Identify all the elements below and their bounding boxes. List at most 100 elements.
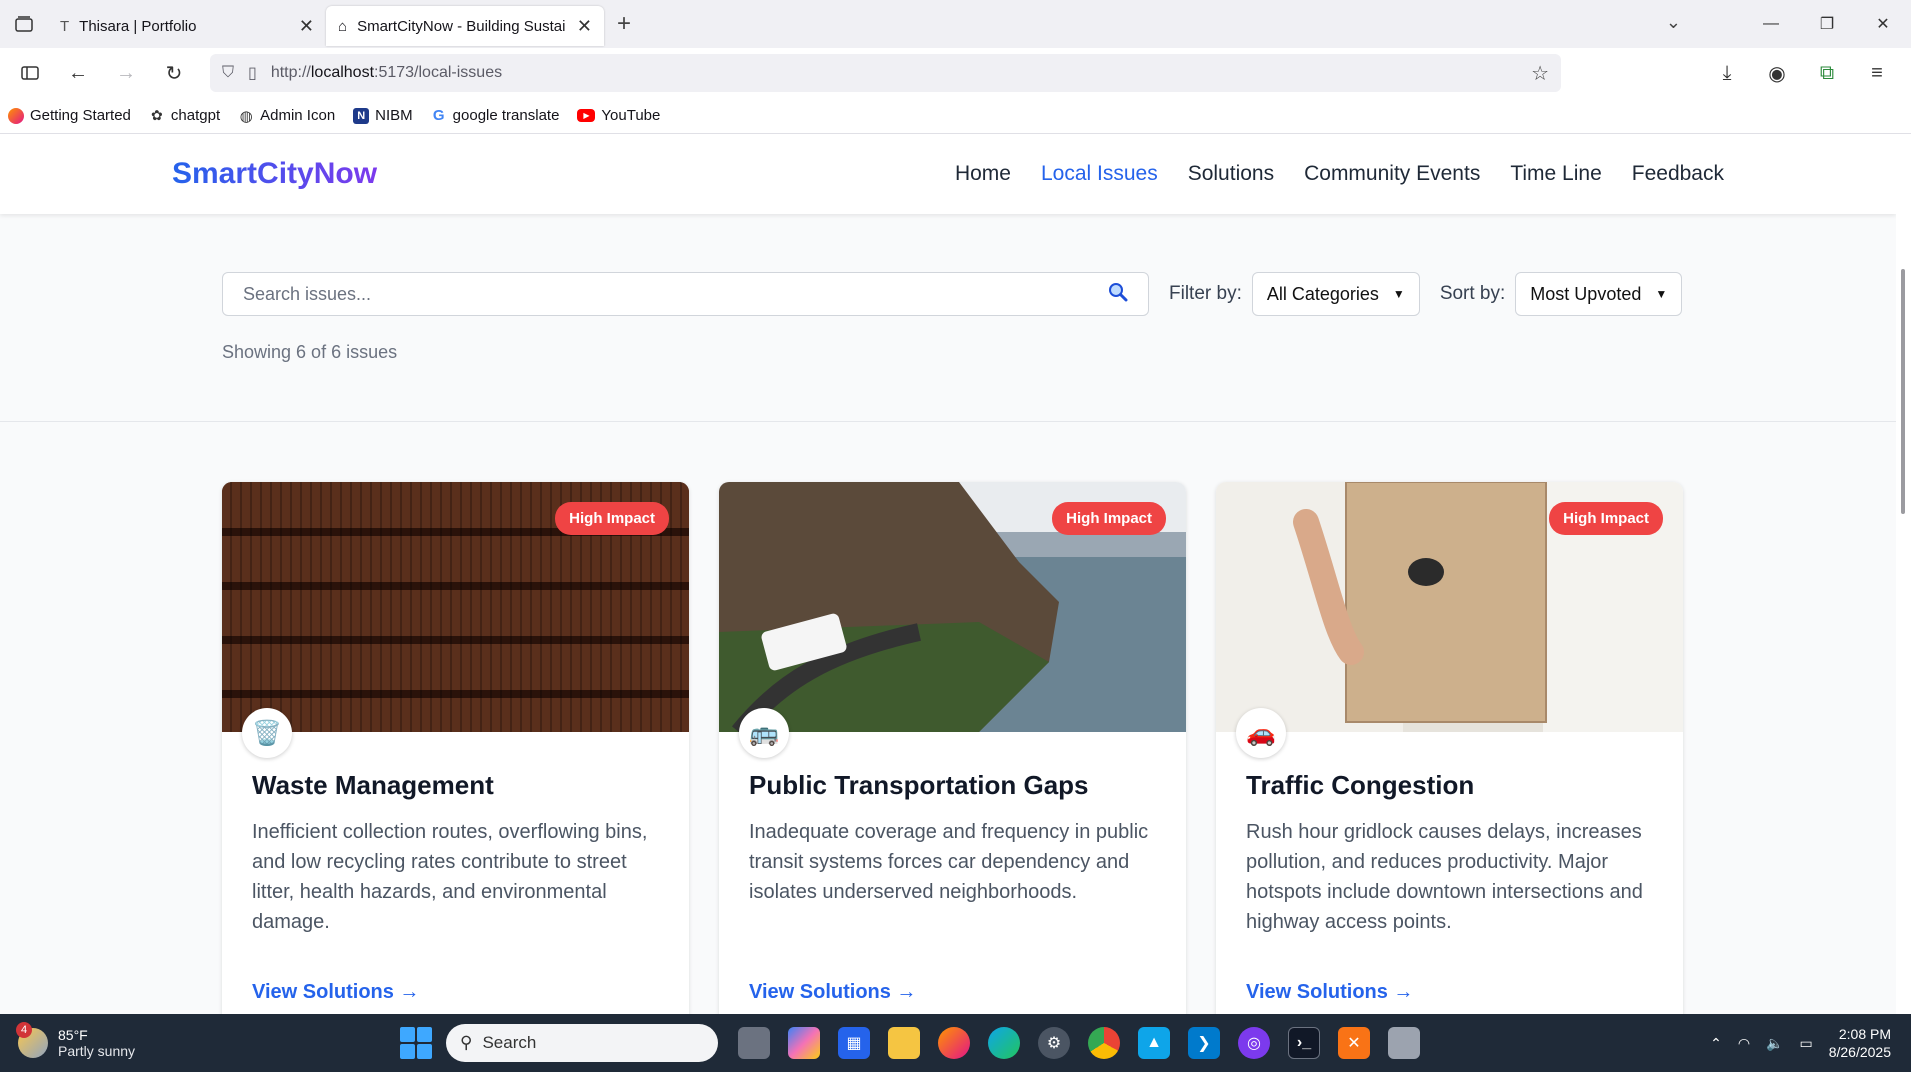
close-tab-icon[interactable]: ✕ — [299, 16, 314, 37]
start-button[interactable] — [400, 1027, 432, 1059]
impact-badge: High Impact — [1052, 502, 1166, 535]
url-bar[interactable]: ⛉ ▯ http://localhost:5173/local-issues ☆ — [210, 54, 1561, 92]
nav-local-issues[interactable]: Local Issues — [1041, 162, 1158, 186]
coastal-bus-image: High Impact — [719, 482, 1186, 732]
view-solutions-link[interactable]: View Solutions → — [1246, 981, 1653, 1004]
clock[interactable]: 2:08 PM 8/26/2025 — [1829, 1025, 1891, 1061]
firefox-icon[interactable] — [938, 1027, 970, 1059]
forward-icon[interactable]: → — [104, 55, 148, 91]
minimize-button[interactable]: — — [1743, 15, 1799, 33]
temperature: 85°F — [58, 1027, 88, 1043]
bookmark-label: google translate — [452, 107, 560, 124]
taskbar-apps: ▦ ⚙ ▲ ❯ ◎ ›_ ✕ — [738, 1027, 1420, 1059]
filters-section: Search issues... Filter by: All Categori… — [0, 214, 1896, 422]
bookmark-label: YouTube — [601, 107, 661, 124]
bookmark-google-translate[interactable]: G google translate — [431, 107, 560, 124]
close-tab-icon[interactable]: ✕ — [577, 16, 592, 37]
back-icon[interactable]: ← — [56, 55, 100, 91]
page-scrollbar[interactable] — [1896, 134, 1911, 1014]
tab-title: SmartCityNow - Building Sustai — [357, 17, 566, 35]
firefox-icon — [8, 107, 24, 124]
volume-icon[interactable]: 🔈 — [1766, 1035, 1783, 1052]
weather-icon: 4 — [16, 1022, 48, 1058]
search-placeholder: Search issues... — [243, 283, 372, 304]
url-text: http://localhost:5173/local-issues — [270, 64, 503, 81]
wifi-icon[interactable]: ◠ — [1738, 1035, 1750, 1052]
close-window-button[interactable]: ✕ — [1855, 14, 1911, 34]
photos-icon[interactable]: ▲ — [1138, 1027, 1170, 1059]
new-tab-button[interactable]: + — [604, 10, 644, 38]
bookmark-nibm[interactable]: N NIBM — [353, 107, 413, 124]
card-title: Public Transportation Gaps — [749, 770, 1089, 800]
taskbar-search-label: Search — [482, 1033, 537, 1052]
copilot-icon[interactable] — [788, 1027, 820, 1059]
search-input[interactable]: Search issues... — [222, 272, 1149, 316]
bookmark-star-icon[interactable]: ☆ — [1531, 61, 1549, 86]
account-icon[interactable]: ◉ — [1755, 55, 1799, 91]
settings-icon[interactable]: ⚙ — [1038, 1027, 1070, 1059]
nav-home[interactable]: Home — [955, 162, 1011, 186]
reload-icon[interactable]: ↻ — [152, 55, 196, 91]
tab-title: Thisara | Portfolio — [79, 17, 197, 35]
nav-solutions[interactable]: Solutions — [1188, 162, 1274, 186]
tab-list-icon[interactable] — [0, 0, 48, 48]
bookmark-chatgpt[interactable]: ✿ chatgpt — [149, 107, 220, 124]
vscode-icon[interactable]: ❯ — [1188, 1027, 1220, 1059]
windows-taskbar: 4 85°F Partly sunny ⚲ Search ▦ ⚙ ▲ ❯ ◎ ›… — [0, 1014, 1911, 1072]
chevron-up-icon[interactable]: ⌃ — [1710, 1035, 1722, 1052]
sort-select[interactable]: Most Upvoted ▼ — [1515, 272, 1683, 316]
youtube-icon: ▶ — [577, 109, 596, 122]
impact-badge: High Impact — [555, 502, 669, 535]
edge-icon[interactable] — [988, 1027, 1020, 1059]
sidebar-toggle-icon[interactable] — [8, 55, 52, 91]
portfolio-favicon-icon: T — [60, 17, 70, 35]
issue-card[interactable]: High Impact 🗑️ Waste Management Ineffici… — [222, 482, 689, 1014]
taskbar-search[interactable]: ⚲ Search — [446, 1024, 718, 1062]
download-icon[interactable]: ⤓ — [1705, 55, 1749, 91]
nibm-icon: N — [353, 107, 370, 124]
view-solutions-link[interactable]: View Solutions → — [749, 981, 1156, 1004]
card-description: Inefficient collection routes, overflowi… — [252, 821, 648, 933]
extensions-icon[interactable]: ⧉ — [1805, 55, 1849, 91]
issues-grid: High Impact 🗑️ Waste Management Ineffici… — [0, 422, 1896, 1014]
chevron-down-icon: ▼ — [1655, 287, 1668, 301]
store-icon[interactable]: ▦ — [838, 1027, 870, 1059]
bookmark-youtube[interactable]: ▶ YouTube — [577, 107, 660, 124]
scrollbar-thumb[interactable] — [1901, 269, 1905, 514]
chrome-icon[interactable] — [1088, 1027, 1120, 1059]
issue-card[interactable]: High Impact 🚌 Public Transportation Gaps… — [719, 482, 1186, 1014]
shield-icon[interactable]: ⛉ — [222, 64, 234, 82]
issue-card[interactable]: High Impact 🚗 Traffic Congestion Rush ho… — [1216, 482, 1683, 1014]
page-viewport: SmartCityNow Home Local Issues Solutions… — [0, 134, 1896, 1014]
tab-smartcitynow[interactable]: ⌂ SmartCityNow - Building Sustai ✕ — [326, 6, 604, 46]
cardboard-box-image: High Impact — [1216, 482, 1683, 732]
window-controls: — ❐ ✕ — [1743, 0, 1911, 48]
filter-label: Filter by: — [1169, 283, 1242, 304]
bookmark-getting-started[interactable]: Getting Started — [8, 107, 131, 124]
snipping-tool-icon[interactable] — [1388, 1027, 1420, 1059]
weather-badge: 4 — [16, 1022, 32, 1038]
category-select[interactable]: All Categories ▼ — [1251, 272, 1420, 316]
site-logo[interactable]: SmartCityNow — [172, 157, 377, 191]
weather-widget[interactable]: 4 85°F Partly sunny — [0, 1022, 400, 1059]
system-tray: ⌃ ◠ 🔈 ▭ 2:08 PM 8/26/2025 — [1710, 1025, 1911, 1061]
restore-button[interactable]: ❐ — [1799, 14, 1855, 34]
filter-row: Search issues... Filter by: All Categori… — [222, 272, 1896, 316]
battery-icon[interactable]: ▭ — [1799, 1035, 1812, 1052]
view-solutions-link[interactable]: View Solutions → — [252, 981, 659, 1004]
tab-portfolio[interactable]: T Thisara | Portfolio ✕ — [48, 6, 326, 46]
menu-icon[interactable]: ≡ — [1855, 55, 1899, 91]
task-view-icon[interactable] — [738, 1027, 770, 1059]
github-desktop-icon[interactable]: ◎ — [1238, 1027, 1270, 1059]
site-nav: Home Local Issues Solutions Community Ev… — [955, 162, 1724, 186]
chevron-down-icon[interactable]: ⌄ — [1666, 12, 1681, 33]
file-explorer-icon[interactable] — [888, 1027, 920, 1059]
bookmark-admin-icon[interactable]: ◍ Admin Icon — [238, 107, 336, 125]
xampp-icon[interactable]: ✕ — [1338, 1027, 1370, 1059]
results-count: Showing 6 of 6 issues — [222, 342, 398, 362]
nav-feedback[interactable]: Feedback — [1632, 162, 1724, 186]
globe-icon: ◍ — [239, 107, 253, 125]
terminal-icon[interactable]: ›_ — [1288, 1027, 1320, 1059]
nav-time-line[interactable]: Time Line — [1510, 162, 1601, 186]
nav-community-events[interactable]: Community Events — [1304, 162, 1480, 186]
